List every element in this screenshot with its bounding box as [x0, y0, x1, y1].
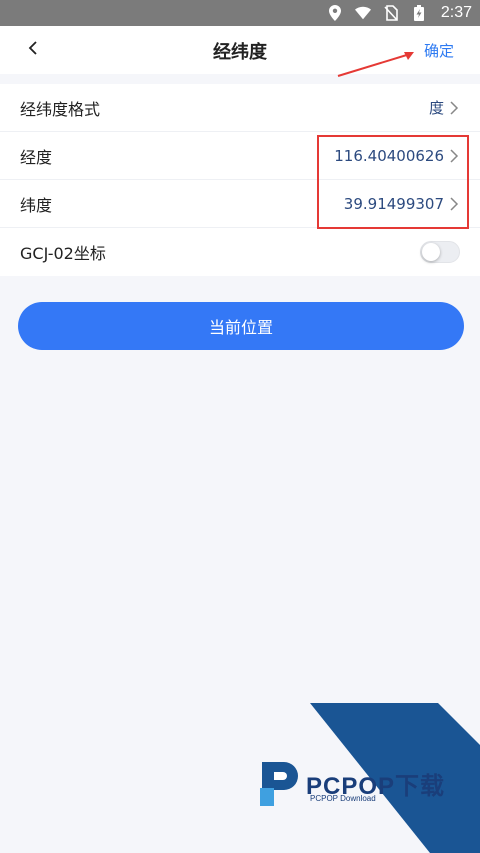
wifi-icon: [354, 5, 371, 21]
longitude-value: 116.40400626: [334, 146, 444, 165]
latitude-value: 39.91499307: [343, 194, 444, 213]
latitude-row[interactable]: 纬度 39.91499307: [0, 180, 480, 228]
annotation-arrow: [337, 52, 414, 77]
chevron-right-icon: [450, 196, 460, 212]
gcj02-row: GCJ-02坐标: [0, 228, 480, 276]
chevron-right-icon: [450, 148, 460, 164]
settings-list: 经纬度格式 度 经度 116.40400626 纬度 39.91499307 G…: [0, 84, 480, 276]
watermark-logo-icon: [260, 762, 298, 806]
chevron-right-icon: [450, 100, 460, 116]
watermark-subtitle: PCPOP Download: [310, 794, 376, 803]
status-time: 2:37: [440, 4, 472, 21]
toggle-knob: [422, 243, 440, 261]
location-icon: [327, 5, 343, 21]
confirm-button[interactable]: 确定: [424, 40, 454, 61]
format-value: 度: [428, 99, 444, 117]
gcj02-toggle[interactable]: [420, 241, 460, 263]
battery-charging-icon: [411, 5, 427, 21]
status-bar: 2:37: [0, 0, 480, 26]
current-location-button[interactable]: 当前位置: [18, 302, 464, 350]
latitude-label: 纬度: [20, 195, 53, 215]
format-label: 经纬度格式: [20, 99, 101, 119]
no-sim-icon: [383, 5, 399, 21]
format-row[interactable]: 经纬度格式 度: [0, 84, 480, 132]
gcj02-label: GCJ-02坐标: [20, 244, 106, 263]
longitude-label: 经度: [20, 147, 53, 167]
screen: 2:37 经纬度 确定 经纬度格式 度 经度 116.40400626 纬度 3…: [0, 0, 480, 853]
longitude-row[interactable]: 经度 116.40400626: [0, 132, 480, 180]
